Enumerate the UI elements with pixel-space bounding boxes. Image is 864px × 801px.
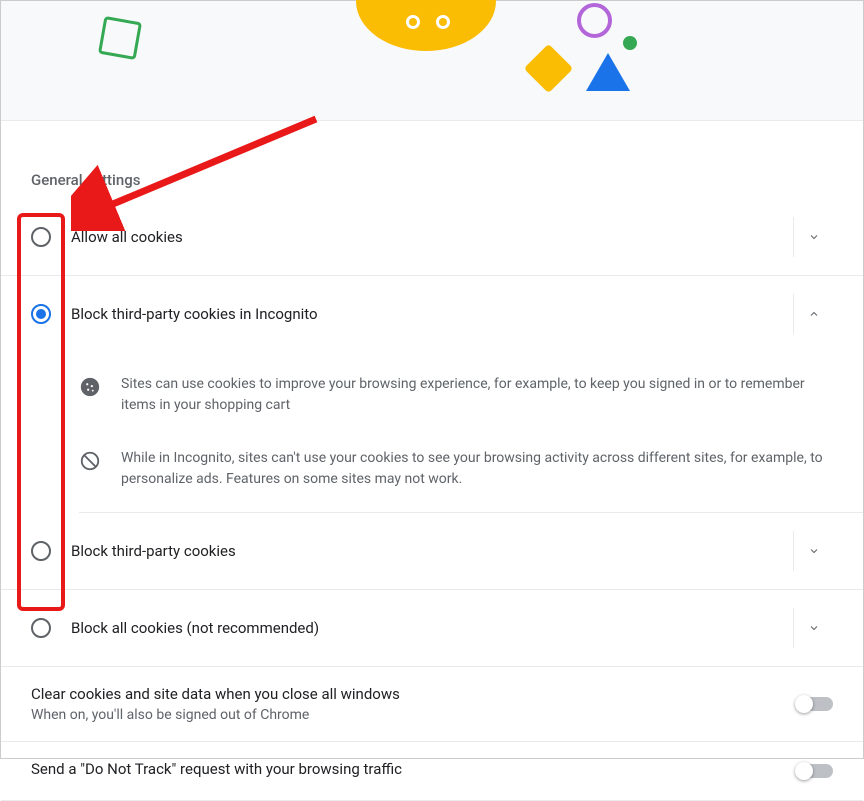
- chevron-down-icon: [808, 545, 820, 557]
- expand-button[interactable]: [793, 531, 833, 571]
- expand-button[interactable]: [793, 608, 833, 648]
- yellow-character-icon: [356, 0, 496, 51]
- hero-illustration: [1, 1, 863, 121]
- yellow-diamond-icon: [524, 44, 573, 93]
- purple-ring-icon: [577, 3, 612, 38]
- toggle-title: Clear cookies and site data when you clo…: [31, 685, 797, 703]
- chevron-down-icon: [808, 231, 820, 243]
- green-dot-icon: [623, 36, 637, 50]
- eye-icon: [436, 15, 450, 29]
- blue-triangle-icon: [586, 53, 630, 91]
- toggle-title: Send a "Do Not Track" request with your …: [31, 760, 797, 778]
- option-allow-all-cookies[interactable]: Allow all cookies: [1, 199, 863, 276]
- expand-button[interactable]: [793, 217, 833, 257]
- detail-item: Sites can use cookies to improve your br…: [79, 358, 833, 432]
- block-icon: [79, 450, 101, 472]
- detail-text: Sites can use cookies to improve your br…: [121, 374, 833, 416]
- toggle-subtitle: When on, you'll also be signed out of Ch…: [31, 707, 797, 723]
- chevron-down-icon: [808, 622, 820, 634]
- eye-icon: [406, 15, 420, 29]
- detail-text: While in Incognito, sites can't use your…: [121, 448, 833, 490]
- chevron-up-icon: [808, 308, 820, 320]
- option-block-all-cookies[interactable]: Block all cookies (not recommended): [1, 590, 863, 667]
- option-label: Block all cookies (not recommended): [71, 619, 783, 637]
- option-label: Block third-party cookies: [71, 542, 783, 560]
- option-label: Block third-party cookies in Incognito: [71, 305, 783, 323]
- section-title: General settings: [1, 121, 863, 199]
- toggle-switch[interactable]: [797, 764, 833, 778]
- green-square-icon: [98, 16, 142, 60]
- option-details: Sites can use cookies to improve your br…: [1, 352, 863, 512]
- option-block-third-party-incognito[interactable]: Block third-party cookies in Incognito: [1, 276, 863, 352]
- radio-button[interactable]: [31, 618, 51, 638]
- collapse-button[interactable]: [793, 294, 833, 334]
- toggle-text: Clear cookies and site data when you clo…: [31, 685, 797, 723]
- option-block-third-party[interactable]: Block third-party cookies: [1, 513, 863, 590]
- toggle-switch[interactable]: [797, 697, 833, 711]
- settings-content: General settings Allow all cookies Block…: [1, 121, 863, 801]
- radio-button-selected[interactable]: [31, 304, 51, 324]
- toggle-clear-cookies-on-close: Clear cookies and site data when you clo…: [1, 667, 863, 742]
- toggle-text: Send a "Do Not Track" request with your …: [31, 760, 797, 782]
- option-label: Allow all cookies: [71, 228, 783, 246]
- toggle-do-not-track: Send a "Do Not Track" request with your …: [1, 742, 863, 801]
- radio-button[interactable]: [31, 227, 51, 247]
- cookie-icon: [79, 376, 101, 398]
- radio-button[interactable]: [31, 541, 51, 561]
- detail-item: While in Incognito, sites can't use your…: [79, 432, 833, 506]
